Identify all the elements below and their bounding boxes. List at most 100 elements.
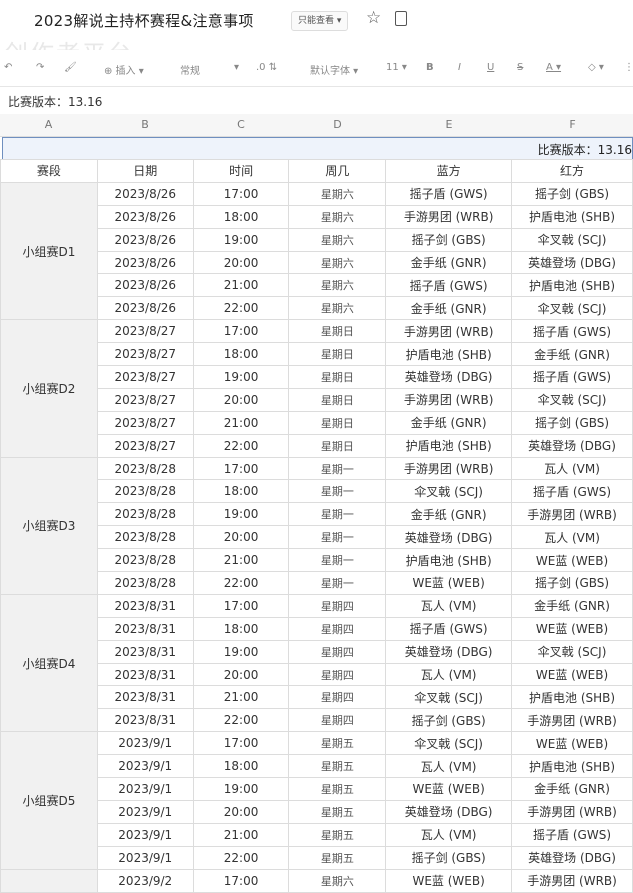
time-cell[interactable]: 20:00 bbox=[192, 662, 290, 687]
blue-cell[interactable]: 瓦人 (VM) bbox=[385, 662, 513, 687]
weekday-cell[interactable]: 星期日 bbox=[288, 342, 387, 367]
weekday-cell[interactable]: 星期日 bbox=[288, 433, 387, 458]
red-cell[interactable]: 英雄登场 (DBG) bbox=[511, 433, 633, 458]
column-header-f[interactable]: F bbox=[512, 118, 633, 131]
time-cell[interactable]: 20:00 bbox=[192, 525, 290, 550]
weekday-cell[interactable]: 星期一 bbox=[288, 525, 387, 550]
blue-cell[interactable]: 摇子剑 (GBS) bbox=[385, 845, 513, 870]
date-cell[interactable]: 2023/8/27 bbox=[96, 433, 194, 458]
red-cell[interactable]: WE蓝 (WEB) bbox=[511, 731, 633, 756]
blue-cell[interactable]: 英雄登场 (DBG) bbox=[385, 525, 513, 550]
blue-cell[interactable]: 摇子剑 (GBS) bbox=[385, 227, 513, 252]
weekday-cell[interactable]: 星期一 bbox=[288, 479, 387, 504]
blue-cell[interactable]: 护盾电池 (SHB) bbox=[385, 342, 513, 367]
date-cell[interactable]: 2023/9/1 bbox=[96, 799, 194, 824]
time-cell[interactable]: 18:00 bbox=[192, 204, 290, 229]
date-cell[interactable]: 2023/8/28 bbox=[96, 502, 194, 527]
date-cell[interactable]: 2023/8/27 bbox=[96, 319, 194, 344]
date-cell[interactable]: 2023/8/28 bbox=[96, 479, 194, 504]
number-format-chevron-icon[interactable]: ▾ bbox=[234, 62, 239, 73]
time-cell[interactable]: 17:00 bbox=[192, 731, 290, 756]
blue-cell[interactable]: 英雄登场 (DBG) bbox=[385, 799, 513, 824]
time-cell[interactable]: 20:00 bbox=[192, 250, 290, 275]
weekday-cell[interactable]: 星期五 bbox=[288, 754, 387, 779]
weekday-cell[interactable]: 星期日 bbox=[288, 365, 387, 389]
red-cell[interactable]: 瓦人 (VM) bbox=[511, 456, 633, 481]
weekday-cell[interactable]: 星期五 bbox=[288, 799, 387, 824]
red-cell[interactable]: 瓦人 (VM) bbox=[511, 525, 633, 550]
time-cell[interactable]: 17:00 bbox=[192, 593, 290, 618]
date-cell[interactable]: 2023/8/31 bbox=[96, 639, 194, 664]
weekday-cell[interactable]: 星期六 bbox=[288, 181, 387, 206]
blue-cell[interactable]: 摇子盾 (GWS) bbox=[385, 273, 513, 298]
red-cell[interactable]: 摇子剑 (GBS) bbox=[511, 410, 633, 435]
more-toolbar-icon[interactable]: ⋮ bbox=[624, 62, 633, 73]
weekday-cell[interactable]: 星期四 bbox=[288, 593, 387, 618]
time-cell[interactable]: 21:00 bbox=[192, 685, 290, 710]
weekday-cell[interactable]: 星期六 bbox=[288, 296, 387, 321]
time-cell[interactable]: 22:00 bbox=[192, 433, 290, 458]
red-cell[interactable]: 伞叉戟 (SCJ) bbox=[511, 639, 633, 664]
date-cell[interactable]: 2023/8/31 bbox=[96, 593, 194, 618]
red-cell[interactable]: 护盾电池 (SHB) bbox=[511, 204, 633, 229]
bold-button[interactable]: B bbox=[426, 62, 434, 73]
time-cell[interactable]: 17:00 bbox=[192, 181, 290, 206]
red-cell[interactable]: WE蓝 (WEB) bbox=[511, 662, 633, 687]
time-cell[interactable]: 21:00 bbox=[192, 410, 290, 435]
date-cell[interactable]: 2023/8/28 bbox=[96, 548, 194, 573]
date-cell[interactable]: 2023/9/1 bbox=[96, 777, 194, 801]
weekday-cell[interactable]: 星期日 bbox=[288, 319, 387, 344]
document-title[interactable]: 2023解说主持杯赛程&注意事项 bbox=[34, 10, 254, 31]
header-red-side[interactable]: 红方 bbox=[511, 159, 633, 183]
red-cell[interactable]: 手游男团 (WRB) bbox=[511, 502, 633, 527]
blue-cell[interactable]: 摇子盾 (GWS) bbox=[385, 616, 513, 641]
time-cell[interactable]: 21:00 bbox=[192, 822, 290, 847]
blue-cell[interactable]: 手游男团 (WRB) bbox=[385, 204, 513, 229]
star-icon[interactable]: ☆ bbox=[366, 8, 381, 28]
blue-cell[interactable]: 金手纸 (GNR) bbox=[385, 250, 513, 275]
document-icon[interactable] bbox=[395, 11, 407, 26]
time-cell[interactable]: 19:00 bbox=[192, 227, 290, 252]
red-cell[interactable]: 摇子盾 (GWS) bbox=[511, 822, 633, 847]
blue-cell[interactable]: WE蓝 (WEB) bbox=[385, 868, 513, 893]
weekday-cell[interactable]: 星期四 bbox=[288, 639, 387, 664]
red-cell[interactable]: 金手纸 (GNR) bbox=[511, 342, 633, 367]
red-cell[interactable]: 护盾电池 (SHB) bbox=[511, 754, 633, 779]
time-cell[interactable]: 21:00 bbox=[192, 548, 290, 573]
red-cell[interactable]: 摇子盾 (GWS) bbox=[511, 479, 633, 504]
fill-color-button[interactable]: ◇ ▾ bbox=[588, 62, 604, 73]
red-cell[interactable]: 护盾电池 (SHB) bbox=[511, 273, 633, 298]
header-blue-side[interactable]: 蓝方 bbox=[385, 159, 513, 183]
formula-bar[interactable]: 比赛版本：13.16 bbox=[0, 88, 633, 115]
stage-cell[interactable]: 小组赛D4 bbox=[0, 593, 98, 733]
red-cell[interactable]: 英雄登场 (DBG) bbox=[511, 250, 633, 275]
time-cell[interactable]: 17:00 bbox=[192, 868, 290, 893]
weekday-cell[interactable]: 星期四 bbox=[288, 708, 387, 733]
time-cell[interactable]: 17:00 bbox=[192, 319, 290, 344]
column-header-b[interactable]: B bbox=[97, 118, 193, 131]
weekday-cell[interactable]: 星期六 bbox=[288, 273, 387, 298]
strikethrough-button[interactable]: S bbox=[517, 62, 523, 73]
weekday-cell[interactable]: 星期四 bbox=[288, 616, 387, 641]
blue-cell[interactable]: 伞叉戟 (SCJ) bbox=[385, 479, 513, 504]
blue-cell[interactable]: 英雄登场 (DBG) bbox=[385, 365, 513, 389]
blue-cell[interactable]: 瓦人 (VM) bbox=[385, 754, 513, 779]
blue-cell[interactable]: WE蓝 (WEB) bbox=[385, 571, 513, 595]
weekday-cell[interactable]: 星期六 bbox=[288, 868, 387, 893]
red-cell[interactable]: 伞叉戟 (SCJ) bbox=[511, 227, 633, 252]
date-cell[interactable]: 2023/9/1 bbox=[96, 731, 194, 756]
blue-cell[interactable]: 伞叉戟 (SCJ) bbox=[385, 685, 513, 710]
date-cell[interactable]: 2023/8/26 bbox=[96, 273, 194, 298]
red-cell[interactable]: WE蓝 (WEB) bbox=[511, 548, 633, 573]
date-cell[interactable]: 2023/8/26 bbox=[96, 204, 194, 229]
time-cell[interactable]: 19:00 bbox=[192, 639, 290, 664]
time-cell[interactable]: 18:00 bbox=[192, 479, 290, 504]
column-header-a[interactable]: A bbox=[0, 118, 97, 131]
date-cell[interactable]: 2023/8/26 bbox=[96, 181, 194, 206]
red-cell[interactable]: 金手纸 (GNR) bbox=[511, 593, 633, 618]
stage-cell[interactable]: 小组赛D5 bbox=[0, 731, 98, 870]
time-cell[interactable]: 22:00 bbox=[192, 571, 290, 595]
time-cell[interactable]: 22:00 bbox=[192, 708, 290, 733]
red-cell[interactable]: 手游男团 (WRB) bbox=[511, 868, 633, 893]
time-cell[interactable]: 22:00 bbox=[192, 845, 290, 870]
